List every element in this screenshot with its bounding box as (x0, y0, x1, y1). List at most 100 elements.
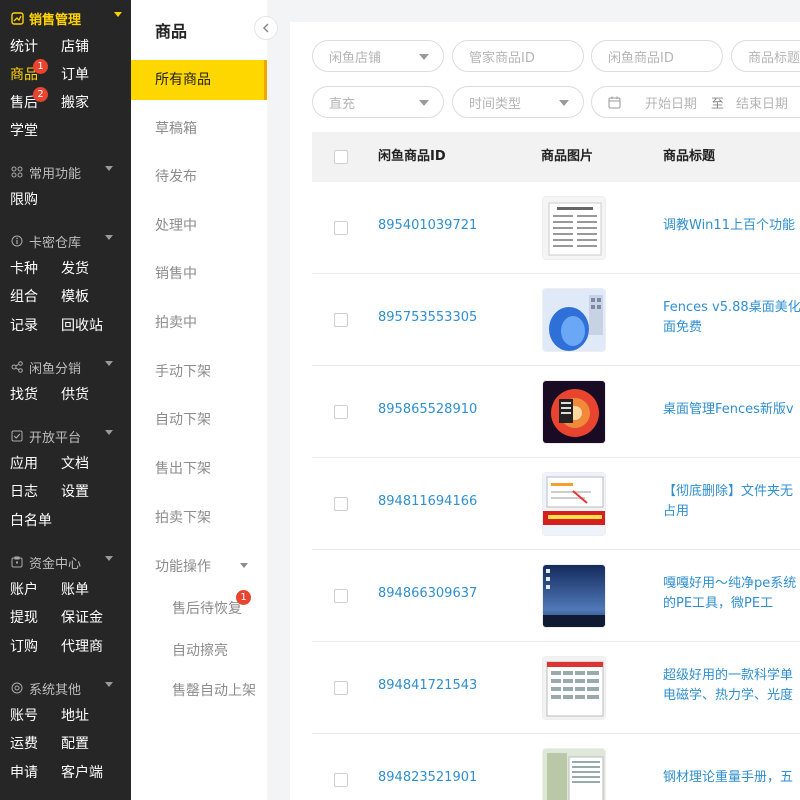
subnav-sold-off[interactable]: 售出下架 (131, 449, 267, 489)
product-thumbnail[interactable] (542, 564, 606, 628)
nav-item-account[interactable]: 账户 (10, 580, 38, 600)
row-item-id[interactable]: 895753553305 (378, 310, 477, 325)
subnav-processing[interactable]: 处理中 (131, 206, 267, 246)
end-date-placeholder[interactable]: 结束日期 (736, 93, 788, 112)
nav-item-card-type[interactable]: 卡种 (10, 259, 38, 279)
table-row[interactable]: 895753553305 Fences v5.88桌面美化 面免费 (312, 274, 800, 366)
nav-group-sales[interactable]: 销售管理 (10, 7, 122, 29)
select-all-checkbox[interactable] (334, 150, 348, 164)
collapse-sidebar-button[interactable] (254, 16, 278, 40)
nav-item-config[interactable]: 配置 (61, 734, 89, 754)
row-title[interactable]: Fences v5.88桌面美化 面免费 (663, 298, 800, 338)
nav-item-agent[interactable]: 代理商 (61, 637, 103, 657)
nav-group-open-platform[interactable]: 开放平台 (10, 425, 113, 447)
row-checkbox[interactable] (334, 589, 348, 603)
row-title[interactable]: 【彻底删除】文件夹无 占用 (663, 482, 800, 522)
time-type-select[interactable]: 时间类型 (452, 86, 584, 118)
product-thumbnail[interactable] (542, 656, 606, 720)
subnav-auto-off[interactable]: 自动下架 (131, 400, 267, 440)
subnav-group-functions[interactable]: 功能操作 (155, 556, 211, 576)
table-row[interactable]: 894811694166 【彻底删除】文件夹无 占用 (312, 458, 800, 550)
row-item-id[interactable]: 895401039721 (378, 218, 477, 233)
nav-group-card-warehouse[interactable]: 卡密仓库 (10, 230, 113, 252)
nav-group-system[interactable]: 系统其他 (10, 677, 113, 699)
row-title[interactable]: 超级好用的一款科学单 电磁学、热力学、光度 (663, 666, 800, 706)
table-row[interactable]: 895401039721 调教Win11上百个功能 (312, 182, 800, 274)
table-row[interactable]: 894841721543 超级好用的一款科学单 电磁学、热力学、光度 (312, 642, 800, 734)
nav-item-logs[interactable]: 日志 (10, 482, 38, 502)
subnav-manual-off[interactable]: 手动下架 (131, 352, 267, 392)
subnav-drafts[interactable]: 草稿箱 (131, 109, 267, 149)
nav-item-deposit[interactable]: 保证金 (61, 608, 103, 628)
product-thumbnail[interactable] (542, 288, 606, 352)
subnav-auction-off[interactable]: 拍卖下架 (131, 498, 267, 538)
nav-item-ship[interactable]: 发货 (61, 259, 89, 279)
nav-item-stats[interactable]: 统计 (10, 37, 38, 57)
row-title[interactable]: 钢材理论重量手册，五 (663, 768, 800, 788)
row-title[interactable]: 桌面管理Fences新版v (663, 400, 800, 420)
nav-item-apply[interactable]: 申请 (10, 763, 38, 783)
nav-item-bill[interactable]: 账单 (61, 580, 89, 600)
title-input[interactable]: 商品标题 (731, 40, 800, 72)
table-row[interactable]: 894866309637 嘎嘎好用～纯净pe系统 的PE工具，微PE工 (312, 550, 800, 642)
subnav-aftersale-restore[interactable]: 售后待恢复 1 (172, 590, 251, 618)
subnav-auto-polish[interactable]: 自动擦亮 (172, 640, 228, 660)
subnav-on-sale[interactable]: 销售中 (131, 254, 267, 294)
table-row[interactable]: 894823521901 钢材理论重量手册，五 (312, 734, 800, 800)
nav-item-apps[interactable]: 应用 (10, 454, 38, 474)
product-thumbnail[interactable] (542, 380, 606, 444)
nav-item-find-goods[interactable]: 找货 (10, 385, 38, 405)
row-checkbox[interactable] (334, 681, 348, 695)
nav-item-settings[interactable]: 设置 (61, 482, 89, 502)
manager-id-input[interactable]: 管家商品ID (452, 40, 584, 72)
nav-group-distribution[interactable]: 闲鱼分销 (10, 356, 113, 378)
row-item-id[interactable]: 894841721543 (378, 678, 477, 693)
nav-item-move[interactable]: 搬家 (61, 93, 89, 113)
nav-item-address[interactable]: 地址 (61, 706, 89, 726)
nav-item-shops[interactable]: 店铺 (61, 37, 89, 57)
product-thumbnail[interactable] (542, 748, 606, 800)
row-item-id[interactable]: 894823521901 (378, 770, 477, 785)
nav-item-combo[interactable]: 组合 (10, 287, 38, 307)
nav-item-recycle[interactable]: 回收站 (61, 316, 103, 336)
nav-item-template[interactable]: 模板 (61, 287, 89, 307)
nav-item-whitelist[interactable]: 白名单 (10, 511, 52, 531)
nav-item-withdraw[interactable]: 提现 (10, 608, 38, 628)
row-item-id[interactable]: 894866309637 (378, 586, 477, 601)
start-date-placeholder[interactable]: 开始日期 (645, 93, 697, 112)
nav-item-aftersale[interactable]: 售后 2 (10, 87, 48, 113)
date-range-picker[interactable]: 开始日期 至 结束日期 (591, 86, 800, 118)
recharge-select[interactable]: 直充 (312, 86, 444, 118)
nav-group-common[interactable]: 常用功能 (10, 161, 113, 183)
nav-item-orders[interactable]: 订单 (61, 65, 89, 85)
row-checkbox[interactable] (334, 405, 348, 419)
row-item-id[interactable]: 894811694166 (378, 494, 477, 509)
subnav-all-goods[interactable]: 所有商品 (131, 60, 267, 100)
table-row[interactable]: 895865528910 桌面管理Fences新版v (312, 366, 800, 458)
row-title[interactable]: 调教Win11上百个功能 (663, 216, 800, 236)
product-thumbnail[interactable] (542, 472, 606, 536)
nav-item-freight[interactable]: 运费 (10, 734, 38, 754)
nav-item-record[interactable]: 记录 (10, 316, 38, 336)
nav-item-subscribe[interactable]: 订购 (10, 637, 38, 657)
subnav-soldout-relist[interactable]: 售罄自动上架 (172, 680, 256, 700)
nav-item-limit[interactable]: 限购 (10, 190, 38, 210)
product-thumbnail[interactable] (542, 196, 606, 260)
row-checkbox[interactable] (334, 313, 348, 327)
row-title[interactable]: 嘎嘎好用～纯净pe系统 的PE工具，微PE工 (663, 574, 800, 614)
subnav-pending[interactable]: 待发布 (131, 157, 267, 197)
nav-item-user[interactable]: 账号 (10, 706, 38, 726)
nav-item-goods[interactable]: 商品 1 (10, 59, 48, 85)
row-checkbox[interactable] (334, 497, 348, 511)
row-checkbox[interactable] (334, 221, 348, 235)
nav-item-supply[interactable]: 供货 (61, 385, 89, 405)
row-checkbox[interactable] (334, 773, 348, 787)
nav-item-docs[interactable]: 文档 (61, 454, 89, 474)
nav-group-funds[interactable]: 资金中心 (10, 551, 113, 573)
subnav-auction[interactable]: 拍卖中 (131, 303, 267, 343)
xianyu-id-input[interactable]: 闲鱼商品ID (591, 40, 723, 72)
nav-item-academy[interactable]: 学堂 (10, 121, 38, 141)
row-item-id[interactable]: 895865528910 (378, 402, 477, 417)
store-select[interactable]: 闲鱼店铺 (312, 40, 444, 72)
nav-item-client[interactable]: 客户端 (61, 763, 103, 783)
